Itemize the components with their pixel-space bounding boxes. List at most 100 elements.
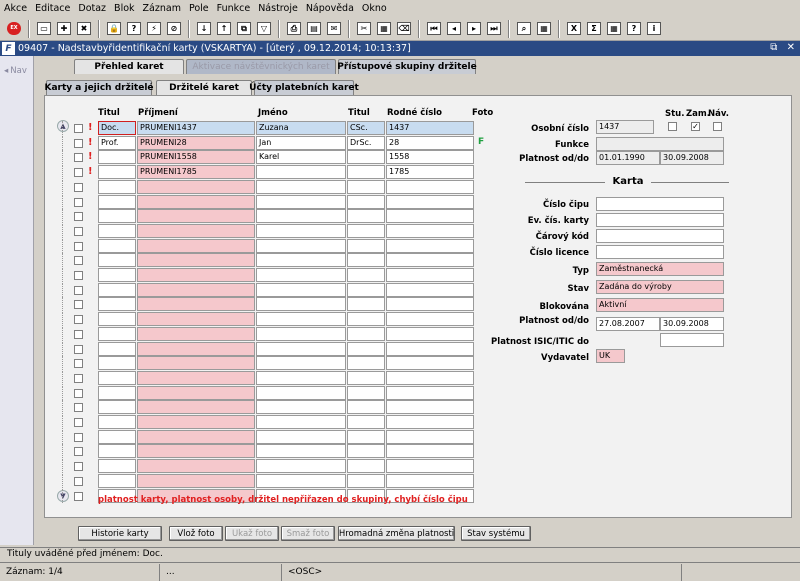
vloz-foto-button[interactable]: Vlož foto (169, 526, 223, 541)
cell-rc[interactable] (386, 283, 474, 297)
cell-titul[interactable] (98, 386, 136, 400)
cell-prijmeni[interactable]: PRUMENI1558 (137, 150, 255, 164)
row-checkbox[interactable] (74, 315, 83, 324)
ev-cis-karty-field[interactable] (596, 213, 724, 227)
lock-icon[interactable]: 🔒 (105, 20, 123, 38)
cell-titul[interactable] (98, 371, 136, 385)
cell-titul[interactable] (98, 239, 136, 253)
last-record-icon[interactable]: ⏭ (485, 20, 503, 38)
tab-karty-a-drzitele[interactable]: Karty a jejich držitelé (44, 80, 154, 95)
cislo-licence-field[interactable] (596, 245, 724, 259)
cell-rc[interactable] (386, 195, 474, 209)
cell-jmeno[interactable] (256, 386, 346, 400)
row-checkbox[interactable] (74, 345, 83, 354)
excel-export-icon[interactable]: X (565, 20, 583, 38)
cell-prijmeni[interactable] (137, 297, 255, 311)
cell-jmeno[interactable] (256, 459, 346, 473)
cell-rc[interactable] (386, 430, 474, 444)
row-checkbox[interactable] (74, 330, 83, 339)
sort-asc-icon[interactable]: ↓ (195, 20, 213, 38)
filter-icon[interactable]: ▽ (255, 20, 273, 38)
cell-jmeno[interactable] (256, 400, 346, 414)
row-checkbox[interactable] (74, 124, 83, 133)
cell-titul2[interactable] (347, 224, 385, 238)
menu-item-7[interactable]: Nástroje (254, 0, 302, 17)
carovy-kod-field[interactable] (596, 229, 724, 243)
cell-titul[interactable] (98, 195, 136, 209)
row-checkbox[interactable] (74, 271, 83, 280)
cell-rc[interactable]: 1437 (386, 121, 474, 135)
menu-item-5[interactable]: Pole (185, 0, 213, 17)
table-view-icon[interactable]: ▦ (535, 20, 553, 38)
cell-jmeno[interactable] (256, 239, 346, 253)
row-checkbox[interactable] (74, 462, 83, 471)
cell-rc[interactable] (386, 386, 474, 400)
cell-titul[interactable] (98, 268, 136, 282)
cell-prijmeni[interactable] (137, 327, 255, 341)
window-controls[interactable]: ⧉ ✕ (770, 42, 798, 53)
cell-titul2[interactable] (347, 356, 385, 370)
osobni-cislo-field[interactable]: 1437 (596, 120, 654, 134)
query-icon[interactable]: ? (125, 20, 143, 38)
cell-titul[interactable] (98, 415, 136, 429)
platnost-od-field[interactable]: 01.01.1990 (596, 151, 660, 165)
cut-icon[interactable]: ✂ (355, 20, 373, 38)
row-checkbox[interactable] (74, 418, 83, 427)
cell-prijmeni[interactable] (137, 195, 255, 209)
cell-rc[interactable] (386, 415, 474, 429)
tab-drzitele-karet[interactable]: Držitelé karet (156, 80, 252, 95)
karta-platnost-od-field[interactable]: 27.08.2007 (596, 317, 660, 331)
cell-titul2[interactable] (347, 297, 385, 311)
cell-prijmeni[interactable] (137, 400, 255, 414)
menu-item-1[interactable]: Editace (31, 0, 74, 17)
cell-titul2[interactable] (347, 371, 385, 385)
cell-jmeno[interactable] (256, 180, 346, 194)
stu-checkbox[interactable] (668, 122, 677, 131)
cell-rc[interactable]: 28 (386, 136, 474, 150)
first-record-icon[interactable]: ⏮ (425, 20, 443, 38)
clear-icon[interactable]: ⌫ (395, 20, 413, 38)
cell-rc[interactable] (386, 180, 474, 194)
new-record-icon[interactable]: ✚ (55, 20, 73, 38)
menu-item-4[interactable]: Záznam (139, 0, 185, 17)
stav-systemu-button[interactable]: Stav systému (461, 526, 531, 541)
cell-titul2[interactable]: CSc. (347, 121, 385, 135)
row-checkbox[interactable] (74, 242, 83, 251)
cell-prijmeni[interactable] (137, 444, 255, 458)
cell-titul2[interactable] (347, 430, 385, 444)
cell-titul2[interactable] (347, 400, 385, 414)
cell-titul2[interactable] (347, 180, 385, 194)
cell-titul2[interactable] (347, 268, 385, 282)
cell-titul[interactable] (98, 224, 136, 238)
cell-titul[interactable] (98, 209, 136, 223)
cell-prijmeni[interactable] (137, 342, 255, 356)
row-checkbox[interactable] (74, 212, 83, 221)
cell-titul[interactable] (98, 165, 136, 179)
row-checkbox[interactable] (74, 168, 83, 177)
row-checkbox[interactable] (74, 374, 83, 383)
cell-jmeno[interactable] (256, 356, 346, 370)
stav-field[interactable]: Zadána do výroby (596, 280, 724, 294)
cell-prijmeni[interactable]: PRUMENI1437 (137, 121, 255, 135)
cell-prijmeni[interactable] (137, 356, 255, 370)
cell-titul[interactable]: Doc. (98, 121, 136, 135)
cell-jmeno[interactable] (256, 195, 346, 209)
cell-jmeno[interactable] (256, 327, 346, 341)
cell-rc[interactable] (386, 356, 474, 370)
help-icon[interactable]: ? (625, 20, 643, 38)
cell-rc[interactable] (386, 209, 474, 223)
cell-rc[interactable] (386, 474, 474, 488)
tab-pristupove-skupiny[interactable]: Přístupové skupiny držitele (337, 59, 477, 74)
exit-icon[interactable]: EX (5, 20, 23, 38)
cell-jmeno[interactable] (256, 371, 346, 385)
cell-prijmeni[interactable] (137, 312, 255, 326)
cell-titul2[interactable] (347, 415, 385, 429)
platnost-do-field[interactable]: 30.09.2008 (660, 151, 724, 165)
tab-prehled-karet[interactable]: Přehled karet (74, 59, 184, 74)
cell-titul[interactable] (98, 474, 136, 488)
cell-jmeno[interactable] (256, 415, 346, 429)
cell-prijmeni[interactable] (137, 430, 255, 444)
cell-titul[interactable] (98, 444, 136, 458)
row-checkbox[interactable] (74, 359, 83, 368)
zam-checkbox[interactable]: ✓ (691, 122, 700, 131)
